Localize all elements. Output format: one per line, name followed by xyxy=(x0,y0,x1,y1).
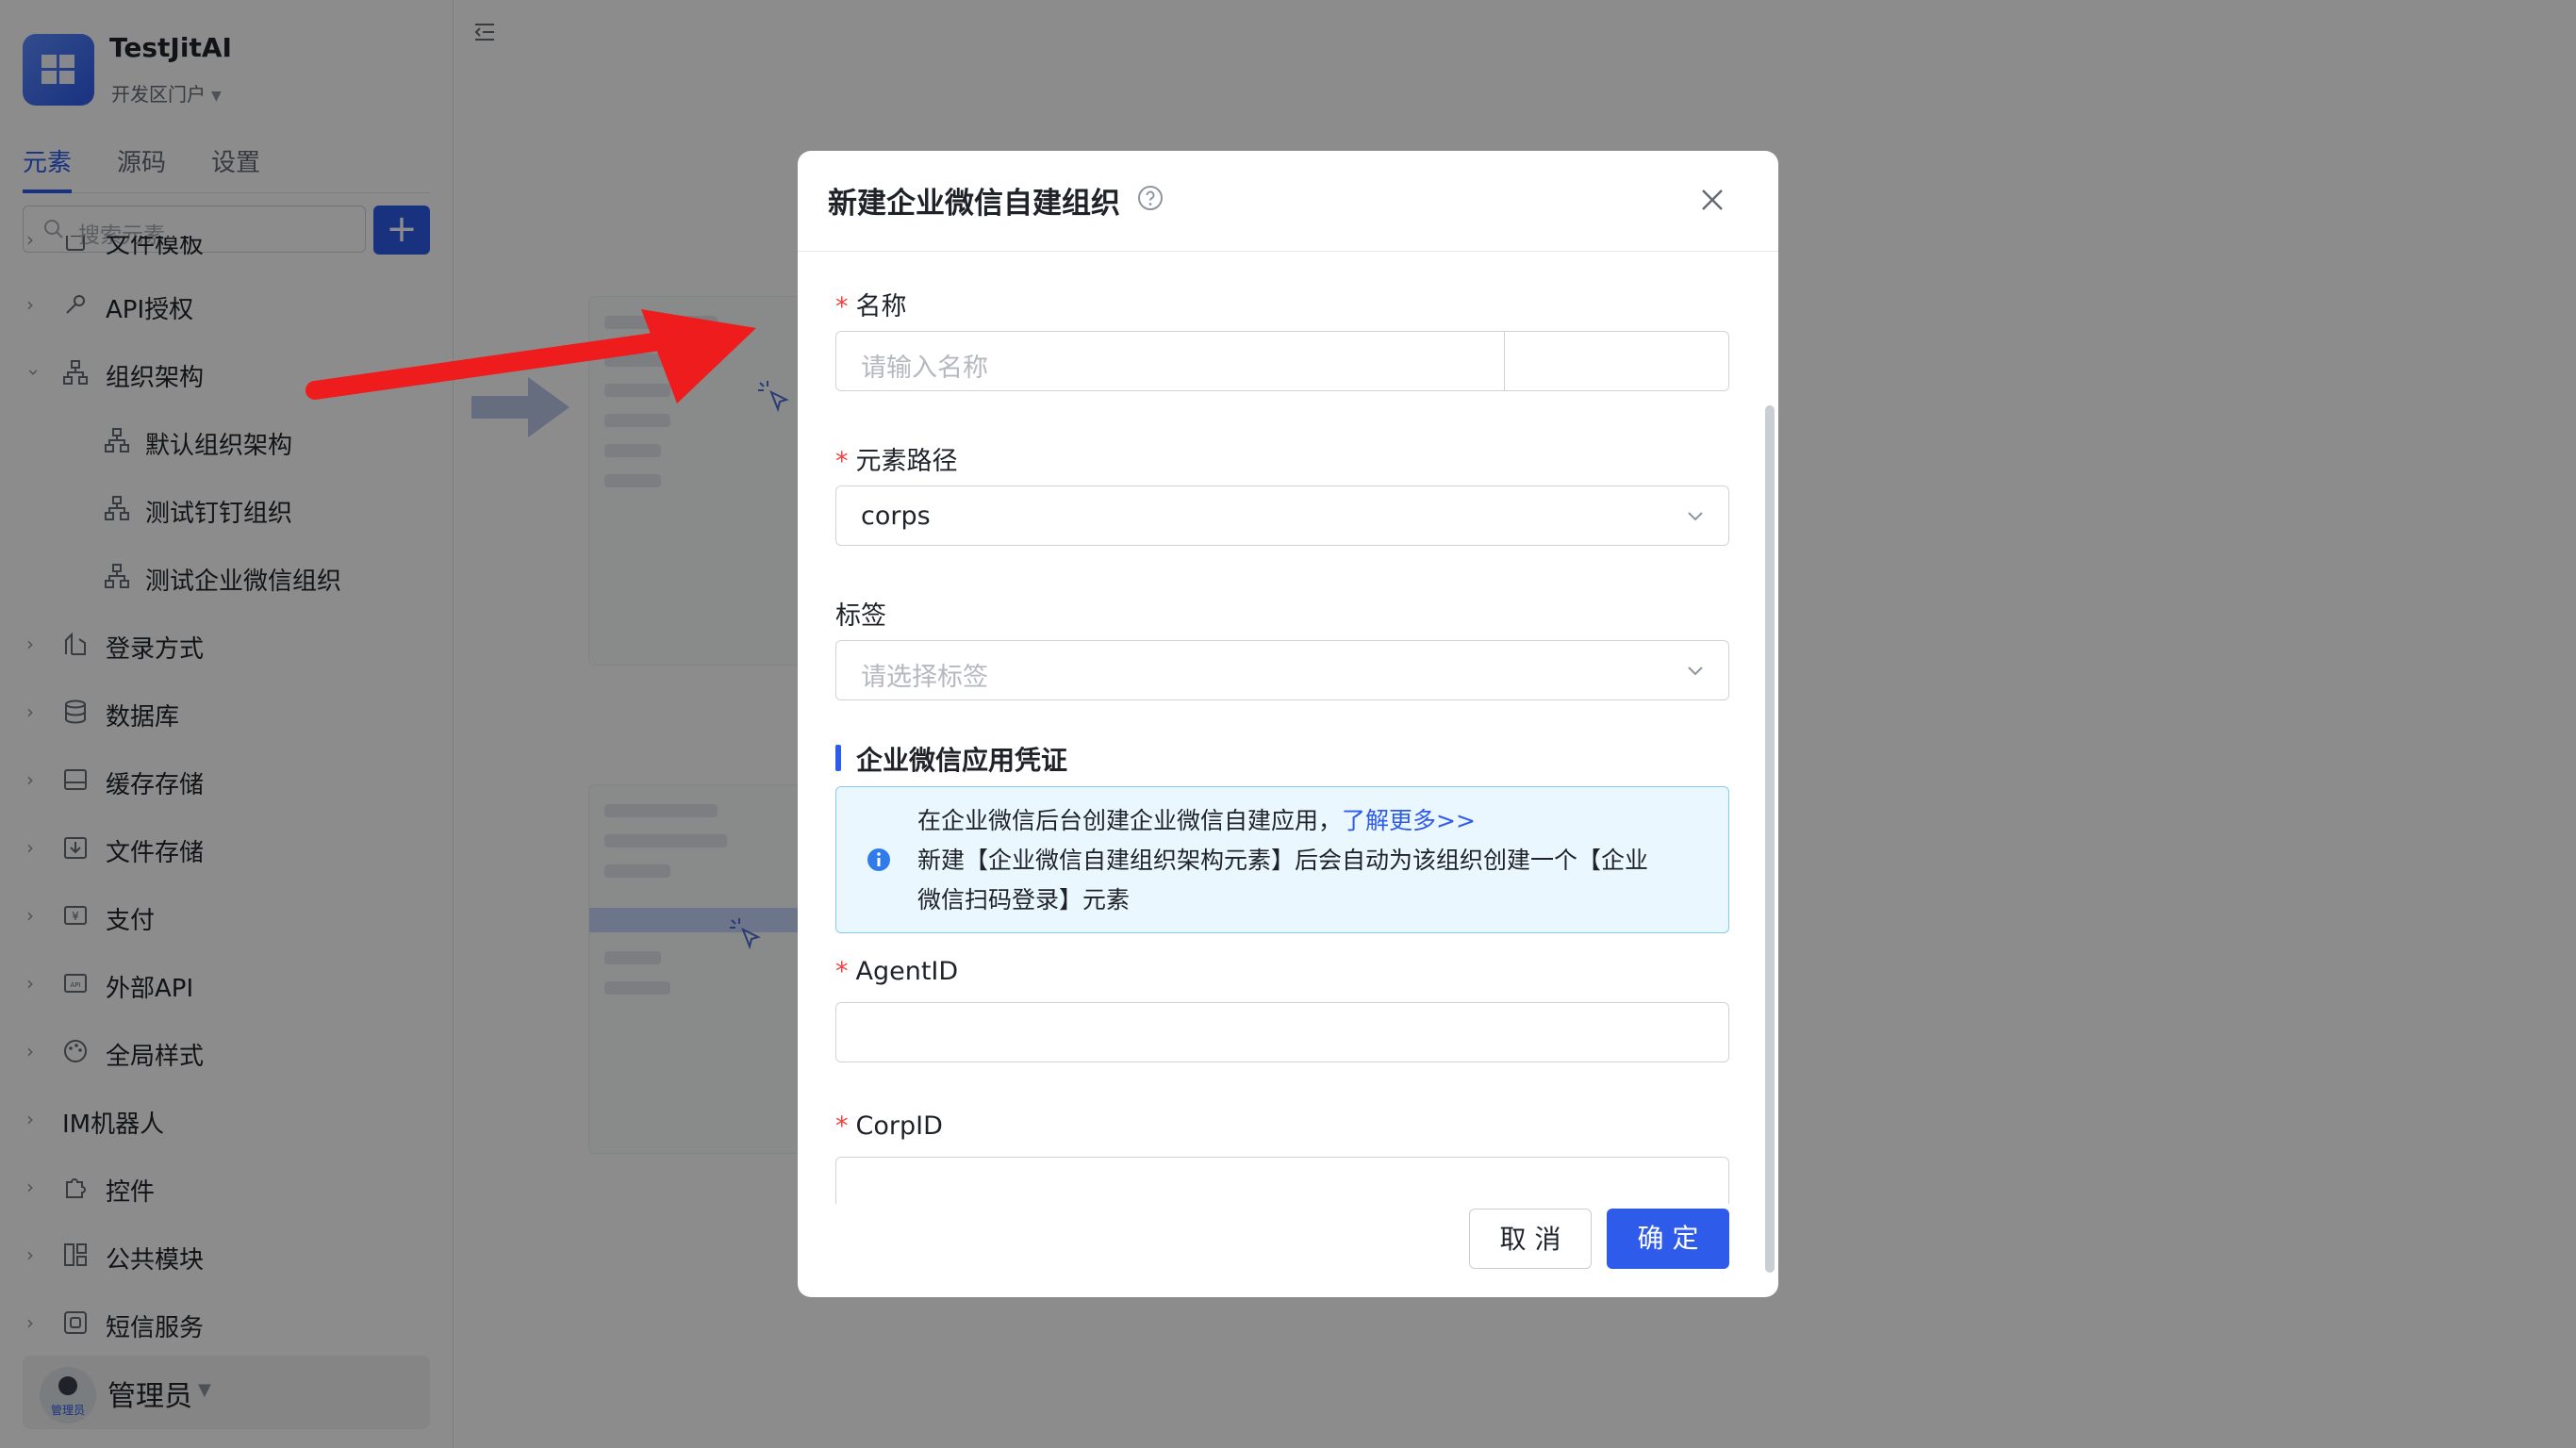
chevron-down-icon xyxy=(1688,666,1703,676)
tags-placeholder: 请选择标签 xyxy=(861,663,988,692)
path-value: corps xyxy=(861,502,931,531)
create-wecom-org-dialog: 新建企业微信自建组织 * 名称 请输入名称 * 元素路径 corps 标签 请选择标… xyxy=(798,151,1778,1297)
info-line-3: 微信扫码登录】元素 xyxy=(917,886,1131,913)
tags-label: 标签 xyxy=(835,601,886,631)
close-icon[interactable] xyxy=(1695,183,1729,217)
help-icon[interactable] xyxy=(1137,185,1164,211)
dialog-header: 新建企业微信自建组织 xyxy=(798,151,1778,252)
section-title: 企业微信应用凭证 xyxy=(835,740,1067,778)
info-line-2: 新建【企业微信自建组织架构元素】后会自动为该组织创建一个【企业 xyxy=(917,847,1649,874)
learn-more-link[interactable]: 了解更多>> xyxy=(1342,807,1476,834)
tags-select[interactable]: 请选择标签 xyxy=(835,640,1729,700)
agentid-input[interactable] xyxy=(835,1002,1729,1062)
dialog-scrollbar[interactable] xyxy=(1765,405,1775,1273)
path-select[interactable]: corps xyxy=(835,485,1729,546)
name-input[interactable]: 请输入名称 xyxy=(835,331,1729,391)
corpid-input[interactable] xyxy=(835,1157,1729,1204)
chevron-down-icon xyxy=(1688,512,1703,521)
info-line-1: 在企业微信后台创建企业微信自建应用，了解更多>> xyxy=(917,807,1476,834)
name-placeholder: 请输入名称 xyxy=(861,354,988,383)
dialog-title: 新建企业微信自建组织 xyxy=(828,187,1120,221)
name-label: * 名称 xyxy=(835,292,907,321)
corpid-label: * CorpID xyxy=(835,1111,943,1141)
confirm-button[interactable]: 确 定 xyxy=(1607,1209,1729,1269)
info-icon xyxy=(867,848,890,871)
cancel-button[interactable]: 取 消 xyxy=(1469,1209,1592,1269)
info-alert: 在企业微信后台创建企业微信自建应用，了解更多>> 新建【企业微信自建组织架构元素… xyxy=(835,786,1729,933)
dialog-body: * 名称 请输入名称 * 元素路径 corps 标签 请选择标签 企业微信应用凭证 … xyxy=(798,252,1778,1204)
annotation-arrow-icon xyxy=(305,309,756,403)
agentid-label: * AgentID xyxy=(835,957,959,986)
path-label: * 元素路径 xyxy=(835,447,958,476)
